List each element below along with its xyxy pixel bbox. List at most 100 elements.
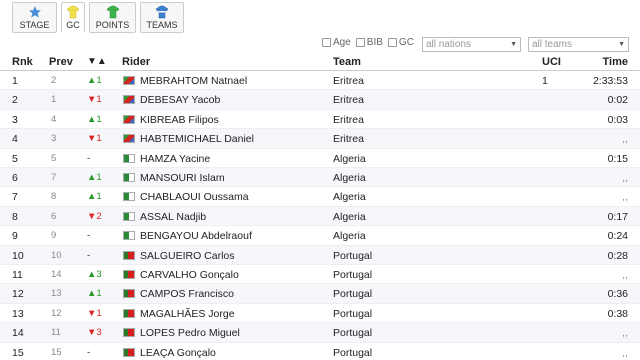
rank-change: - [87,347,90,358]
table-row[interactable]: 2 1 ▼1 DEBESAY Yacob Eritrea 0:02 [0,90,640,110]
table-row[interactable]: 5 5 - HAMZA Yacine Algeria 0:15 [0,149,640,168]
team-link[interactable]: Algeria [333,191,366,203]
flag-icon [123,211,135,221]
rider-link[interactable]: HAMZA Yacine [140,153,210,165]
rider-link[interactable]: HABTEMICHAEL Daniel [140,133,254,145]
time-gap: 0:28 [607,249,628,262]
tab-points[interactable]: POINTS [89,2,136,33]
rider-link[interactable]: LEAÇA Gonçalo [140,347,216,359]
team-link[interactable]: Algeria [333,172,366,184]
rider-link[interactable]: MEBRAHTOM Natnael [140,75,247,87]
flag-icon [123,192,135,202]
previous-rank: 13 [51,288,62,300]
previous-rank: 8 [51,191,57,203]
gc-checkbox[interactable]: GC [387,37,414,48]
rank-change: ▲1 [87,75,102,86]
rank-change-value: ▲1 [87,191,102,203]
team-link[interactable]: Portugal [333,288,372,300]
rider-link[interactable]: KIBREAB Filipos [140,114,219,126]
tab-gc[interactable]: GC [61,2,85,33]
rider-link[interactable]: LOPES Pedro Miguel [140,327,240,339]
bib-checkbox[interactable]: BIB [355,37,383,48]
col-time[interactable]: Time [603,56,628,68]
tab-stage[interactable]: STAGE [12,2,57,33]
rank-change-value: ▼1 [87,94,102,106]
rank-change: ▲1 [87,172,102,183]
team-link[interactable]: Eritrea [333,75,364,87]
table-row[interactable]: 13 12 ▼1 MAGALHÃES Jorge Portugal 0:38 [0,304,640,324]
rank: 13 [12,307,24,320]
previous-rank: 1 [51,94,57,106]
table-row[interactable]: 11 14 ▲3 CARVALHO Gonçalo Portugal,, [0,265,640,285]
col-rnk[interactable]: Rnk [12,56,33,68]
team-link[interactable]: Algeria [333,230,366,242]
rider-link[interactable]: MAGALHÃES Jorge [140,308,235,320]
rider-link[interactable]: CAMPOS Francisco [140,288,234,300]
previous-rank: 3 [51,133,57,145]
team-link[interactable]: Portugal [333,347,372,359]
rider-link[interactable]: SALGUEIRO Carlos [140,250,235,262]
age-checkbox-label: Age [333,37,351,48]
table-row[interactable]: 10 10 - SALGUEIRO Carlos Portugal 0:28 [0,245,640,265]
table-row[interactable]: 8 6 ▼2 ASSAL Nadjib Algeria 0:17 [0,206,640,227]
flag-icon [123,270,135,279]
rank-change-value: ▲3 [87,269,102,280]
team-link[interactable]: Algeria [333,153,366,165]
green-jersey-icon [106,5,119,19]
rider-link[interactable]: DEBESAY Yacob [140,94,220,106]
table-row[interactable]: 6 7 ▲1 MANSOURI Islam Algeria,, [0,168,640,188]
col-prev[interactable]: Prev [49,56,73,68]
col-diff[interactable]: ▼▲ [87,56,107,67]
team-link[interactable]: Portugal [333,308,372,320]
time-gap: ,, [622,327,628,340]
nations-select[interactable]: all nations ▼ [422,37,521,52]
previous-rank: 5 [51,152,57,164]
time-gap: 0:15 [607,152,628,165]
rider-link[interactable]: ASSAL Nadjib [140,211,206,223]
team-link[interactable]: Portugal [333,269,372,281]
results-table-header: Rnk Prev ▼▲ Rider Team UCI Time [0,54,640,71]
col-rider[interactable]: Rider [122,56,150,68]
flag-icon [123,173,135,182]
rider-link[interactable]: CARVALHO Gonçalo [140,269,239,281]
rank: 7 [12,191,18,204]
team-link[interactable]: Eritrea [333,114,364,126]
rank-change: ▲1 [87,191,102,202]
rank: 8 [12,210,18,223]
rank-change: ▼1 [87,308,102,319]
col-uci[interactable]: UCI [542,56,561,68]
rank: 15 [12,346,24,359]
rank-change: ▲1 [87,114,102,125]
team-link[interactable]: Portugal [333,250,372,262]
flag-icon [123,95,135,105]
table-row[interactable]: 14 11 ▼3 LOPES Pedro Miguel Portugal,, [0,323,640,343]
table-row[interactable]: 12 13 ▲1 CAMPOS Francisco Portugal 0:36 [0,284,640,304]
gc-checkbox-box[interactable] [387,38,397,47]
col-team[interactable]: Team [333,56,361,68]
rank: 3 [12,113,18,126]
tab-teams-label: TEAMS [146,20,178,30]
rider-link[interactable]: CHABLAOUI Oussama [140,191,249,203]
team-link[interactable]: Algeria [333,211,366,223]
age-checkbox[interactable]: Age [322,37,351,48]
table-row[interactable]: 15 15 - LEAÇA Gonçalo Portugal,, [0,343,640,360]
teams-select-value: all teams [532,39,573,50]
tab-gc-label: GC [66,20,80,30]
table-row[interactable]: 9 9 - BENGAYOU Abdelraouf Algeria 0:24 [0,226,640,246]
table-row[interactable]: 3 4 ▲1 KIBREAB Filipos Eritrea 0:03 [0,110,640,130]
table-row[interactable]: 1 2 ▲1 MEBRAHTOM Natnael Eritrea 1 2:33:53 [0,71,640,91]
table-row[interactable]: 7 8 ▲1 CHABLAOUI Oussama Algeria,, [0,187,640,207]
team-link[interactable]: Portugal [333,327,372,339]
tab-teams[interactable]: TEAMS [140,2,184,33]
tab-stage-label: STAGE [19,20,50,30]
teams-select[interactable]: all teams ▼ [528,37,629,52]
rider-link[interactable]: MANSOURI Islam [140,172,225,184]
bib-checkbox-box[interactable] [355,38,365,47]
rider-link[interactable]: BENGAYOU Abdelraouf [140,230,252,242]
uci-points: 1 [542,75,548,87]
time-gap: ,, [622,133,628,146]
team-link[interactable]: Eritrea [333,94,364,106]
age-checkbox-box[interactable] [322,38,331,47]
team-link[interactable]: Eritrea [333,133,364,145]
table-row[interactable]: 4 3 ▼1 HABTEMICHAEL Daniel Eritrea,, [0,129,640,149]
